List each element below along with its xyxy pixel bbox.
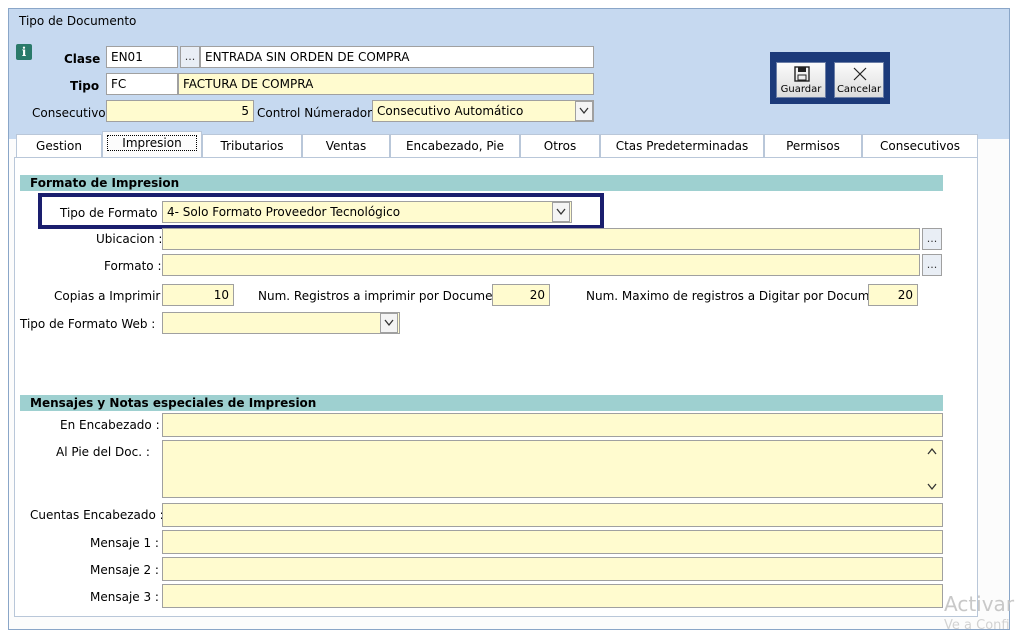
tipo-formato-web-select[interactable]: [162, 312, 400, 334]
num-maximo-label: Num. Maximo de registros a Digitar por D…: [586, 289, 897, 303]
close-icon: [853, 67, 867, 81]
mensaje-1-label: Mensaje 1 :: [90, 536, 159, 550]
chevron-down-icon[interactable]: [575, 101, 593, 121]
tipo-label: Tipo: [70, 79, 100, 93]
consecutivo-label: Consecutivo: [32, 106, 106, 120]
formato-section-header: Formato de Impresion: [20, 175, 943, 191]
clase-label: Clase: [64, 52, 101, 66]
ubicacion-browse-button[interactable]: ...: [922, 228, 942, 250]
tab-consecutivos[interactable]: Consecutivos: [862, 134, 978, 158]
clase-lookup-button[interactable]: ...: [180, 46, 200, 68]
copias-label: Copias a Imprimir :: [54, 289, 169, 303]
tipo-description-field[interactable]: FACTURA DE COMPRA: [178, 73, 594, 95]
tab-impresion[interactable]: Impresion: [102, 131, 202, 158]
chevron-down-icon[interactable]: [380, 313, 398, 333]
mensaje-1-field[interactable]: [162, 530, 943, 554]
activation-watermark-sub: Ve a Confi: [944, 618, 1010, 633]
mensaje-2-label: Mensaje 2 :: [90, 563, 159, 577]
activation-watermark: Activar: [944, 592, 1015, 616]
tipo-formato-web-label: Tipo de Formato Web :: [20, 317, 156, 331]
tipo-code-field[interactable]: FC: [106, 73, 178, 95]
control-numerador-label: Control Númerador :: [257, 106, 380, 120]
en-encabezado-label: En Encabezado :: [60, 418, 160, 432]
al-pie-label: Al Pie del Doc. :: [56, 445, 150, 459]
num-registros-field[interactable]: 20: [492, 284, 550, 306]
formato-field[interactable]: [162, 254, 920, 276]
highlight-box: [38, 193, 604, 229]
cuentas-encabezado-label: Cuentas Encabezado :: [30, 508, 164, 522]
cuentas-encabezado-field[interactable]: [162, 503, 943, 527]
cancel-button-label: Cancelar: [836, 84, 882, 95]
scroll-up-icon[interactable]: [926, 446, 938, 456]
scroll-down-icon[interactable]: [926, 482, 938, 492]
consecutivo-field[interactable]: 5: [106, 100, 254, 122]
copias-field[interactable]: 10: [162, 284, 234, 306]
tab-permisos[interactable]: Permisos: [764, 134, 862, 158]
save-button-label: Guardar: [780, 84, 822, 95]
clase-code-field[interactable]: EN01: [106, 46, 178, 68]
info-icon[interactable]: i: [16, 44, 32, 60]
cancel-button[interactable]: Cancelar: [834, 62, 884, 98]
ubicacion-label: Ubicacion :: [96, 232, 163, 246]
ubicacion-field[interactable]: [162, 228, 920, 250]
control-numerador-select[interactable]: Consecutivo Automático: [372, 100, 594, 122]
floppy-disk-icon: [794, 66, 810, 82]
window-title: Tipo de Documento: [19, 14, 137, 28]
formato-browse-button[interactable]: ...: [922, 254, 942, 276]
mensaje-2-field[interactable]: [162, 557, 943, 581]
mensajes-section-header: Mensajes y Notas especiales de Impresion: [20, 395, 943, 411]
tab-tributarios[interactable]: Tributarios: [202, 134, 302, 158]
mensaje-3-label: Mensaje 3 :: [90, 590, 159, 604]
mensaje-3-field[interactable]: [162, 584, 943, 608]
tab-encabezado-pie[interactable]: Encabezado, Pie: [390, 134, 520, 158]
num-registros-label: Num. Registros a imprimir por Documento: [258, 289, 513, 303]
en-encabezado-field[interactable]: [162, 413, 943, 437]
tab-gestion[interactable]: Gestion: [16, 134, 102, 158]
num-maximo-field[interactable]: 20: [868, 284, 918, 306]
tab-ctas-predeterminadas[interactable]: Ctas Predeterminadas: [600, 134, 764, 158]
formato-label: Formato :: [104, 259, 162, 273]
clase-description-field[interactable]: ENTRADA SIN ORDEN DE COMPRA: [200, 46, 594, 68]
tab-otros[interactable]: Otros: [520, 134, 600, 158]
title-bar: [9, 9, 1009, 39]
tab-ventas[interactable]: Ventas: [302, 134, 390, 158]
save-button[interactable]: Guardar: [776, 62, 826, 98]
al-pie-field[interactable]: [162, 440, 943, 498]
